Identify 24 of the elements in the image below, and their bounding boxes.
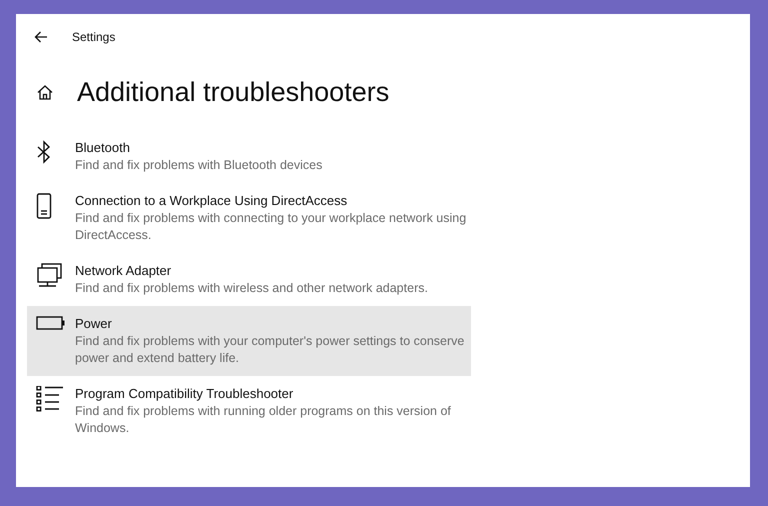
troubleshooter-item[interactable]: Connection to a Workplace Using DirectAccess Find and fix problems with connecting to your workplace network using DirectAccess. [27, 183, 471, 253]
troubleshooter-item[interactable]: Network Adapter Find and fix problems with wireless and other network adapters. [27, 253, 471, 306]
item-description: Find and fix problems with your computer's power settings to conserve power and extend battery life. [75, 333, 466, 367]
item-description: Find and fix problems with running older programs on this version of Windows. [75, 403, 452, 437]
item-title: Power [75, 315, 113, 333]
bluetooth-icon [36, 140, 52, 164]
item-description: Find and fix problems with wireless and other network adapters. [75, 280, 429, 297]
window-title: Settings [72, 29, 116, 46]
troubleshooter-item[interactable]: Bluetooth Find and fix problems with Bluetooth devices [27, 130, 471, 183]
item-title: Program Compatibility Troubleshooter [75, 385, 294, 403]
network-icon [36, 263, 64, 289]
item-title: Connection to a Workplace Using DirectAccess [75, 192, 348, 210]
item-title: Bluetooth [75, 139, 131, 157]
phone-icon [36, 193, 52, 219]
troubleshooter-item[interactable]: Program Compatibility Troubleshooter Find and fix problems with running older programs on this version of Windows. [27, 376, 471, 446]
troubleshooter-item[interactable]: Power Find and fix problems with your computer's power settings to conserve power and extend battery life. [27, 306, 471, 376]
item-description: Find and fix problems with Bluetooth devices [75, 157, 324, 174]
home-icon[interactable] [37, 84, 53, 100]
battery-icon [36, 316, 66, 330]
back-arrow-icon[interactable] [34, 31, 48, 43]
list-icon [36, 386, 64, 412]
item-title: Network Adapter [75, 262, 172, 280]
page-title: Additional troubleshooters [77, 78, 390, 106]
item-description: Find and fix problems with connecting to your workplace network using DirectAccess. [75, 210, 468, 244]
